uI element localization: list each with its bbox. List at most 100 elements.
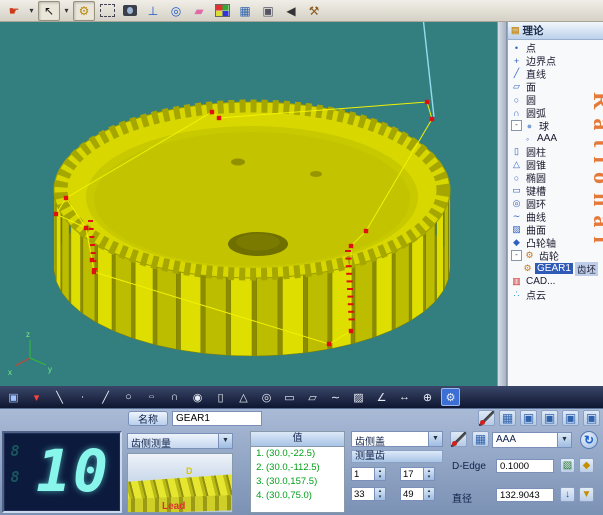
screen-view3-icon[interactable]: ▣ [562, 410, 579, 426]
screen-view1-icon[interactable]: ▣ [520, 410, 537, 426]
probe-dropdown[interactable]: AAA ▼ [492, 432, 572, 448]
tooth-index-input-3[interactable] [351, 487, 375, 501]
tooth-index-input-2[interactable] [400, 467, 424, 481]
boundary-point-icon: + [511, 56, 522, 66]
tree-item-cylinder[interactable]: ▯圆柱 [508, 145, 603, 158]
dedge-buttons: ▧◆ [560, 458, 594, 473]
line-measure-icon[interactable]: ╱ [96, 388, 115, 406]
refresh-icon[interactable]: ↻ [580, 431, 598, 449]
tree-item-line[interactable]: ╱直线 [508, 67, 603, 80]
tree-item-sphere[interactable]: -●球 [508, 119, 603, 132]
spinner[interactable]: ▴▾ [375, 467, 386, 481]
probe-axis-icon[interactable]: ⊥ [142, 1, 164, 21]
collapse-icon[interactable]: - [511, 250, 522, 261]
cad-view-icon[interactable]: ▦ [234, 1, 256, 21]
tooth-index-input-1[interactable] [351, 467, 375, 481]
rotate-view-gear-icon[interactable]: ⚙ [73, 1, 95, 21]
cylinder-measure-icon[interactable]: ▯ [211, 388, 230, 406]
dropdown-caret-icon[interactable]: ▾ [26, 1, 37, 21]
speaker-icon[interactable]: ◀ [280, 1, 302, 21]
sensor-grid-icon[interactable]: ▦ [472, 431, 489, 447]
diameter-input[interactable] [496, 488, 554, 502]
splitter[interactable] [497, 22, 507, 386]
circle-measure-icon[interactable]: ○ [119, 388, 138, 406]
plane-measure-icon[interactable]: ▱ [303, 388, 322, 406]
eraser-icon[interactable]: ▰ [188, 1, 210, 21]
probe-icon[interactable] [478, 410, 495, 426]
measure-mode-dropdown[interactable]: 齿侧测量 ▼ [127, 433, 233, 449]
svg-text:y: y [48, 365, 52, 374]
distance-measure-icon[interactable]: ↔ [395, 388, 414, 406]
tree-item-boundary-point[interactable]: +边界点 [508, 54, 603, 67]
torus-measure-icon[interactable]: ◎ [257, 388, 276, 406]
tree-item-arc[interactable]: ∩圆弧 [508, 106, 603, 119]
tree-item-cad[interactable]: ▥CAD... [508, 275, 603, 288]
gear-measure-icon[interactable]: ⚙ [441, 388, 460, 406]
camera-icon[interactable] [119, 1, 141, 21]
point-measure-icon[interactable]: ∙ [73, 388, 92, 406]
angle-measure-icon[interactable]: ∠ [372, 388, 391, 406]
flank-dropdown[interactable]: 齿侧盖 ▼ [351, 431, 443, 447]
export-value-icon[interactable]: ▼ [579, 487, 594, 502]
dedge-input[interactable] [496, 459, 554, 473]
selection-box-icon[interactable] [96, 1, 118, 21]
tree-item-gear[interactable]: -⚙齿轮 [508, 249, 603, 262]
table-row[interactable]: 4.(30.0,75.0) [251, 489, 344, 503]
tree-item-aaa[interactable]: ◦AAA [508, 132, 603, 145]
probe-icon[interactable]: ╲ [50, 388, 69, 406]
chevron-down-icon[interactable]: ▼ [218, 434, 232, 448]
arrow-down-icon[interactable]: ↓ [560, 487, 575, 502]
edge-tool-icon[interactable]: ▧ [560, 458, 575, 473]
lock-value-icon[interactable]: ◆ [579, 458, 594, 473]
tree-item-circle[interactable]: ○圆 [508, 93, 603, 106]
dropdown-caret2-icon[interactable]: ▾ [61, 1, 72, 21]
slot-measure-icon[interactable]: ▭ [280, 388, 299, 406]
slot-icon: ▭ [511, 185, 522, 196]
select-arrow-icon[interactable]: ↖ [38, 1, 60, 21]
table-row[interactable]: 3.(30.0,157.5) [251, 475, 344, 489]
ellipse-measure-icon[interactable]: ○ [142, 392, 161, 402]
value-table-header: 值 [251, 432, 344, 447]
hand-tool-icon[interactable]: ☛ [3, 1, 25, 21]
coordinate-icon[interactable]: ⊕ [418, 388, 437, 406]
cone-measure-icon[interactable]: △ [234, 388, 253, 406]
curve-measure-icon[interactable]: ∼ [326, 388, 345, 406]
table-row[interactable]: 2.(30.0,-112.5) [251, 461, 344, 475]
screen-view2-icon[interactable]: ▣ [541, 410, 558, 426]
tree-item-curve[interactable]: ∼曲线 [508, 210, 603, 223]
target-icon[interactable]: ◎ [165, 1, 187, 21]
dropdown-caret-icon[interactable]: ▾ [27, 388, 46, 406]
tree-item-slot[interactable]: ▭键槽 [508, 184, 603, 197]
spinner[interactable]: ▴▾ [424, 487, 435, 501]
tree-item-ellipse[interactable]: ○椭圆 [508, 171, 603, 184]
panel-title: 理论 [523, 23, 544, 38]
spinner[interactable]: ▴▾ [375, 487, 386, 501]
collapse-icon[interactable]: - [511, 120, 522, 131]
value-table: 值 1.(30.0,-22.5)2.(30.0,-112.5)3.(30.0,1… [250, 431, 345, 513]
chevron-down-icon[interactable]: ▼ [428, 432, 442, 446]
svg-text:x: x [8, 368, 12, 377]
sphere-measure-icon[interactable]: ◉ [188, 388, 207, 406]
screen-view4-icon[interactable]: ▣ [583, 410, 600, 426]
tooth-index-input-4[interactable] [400, 487, 424, 501]
tree-item-pointcloud[interactable]: ∴点云 [508, 288, 603, 301]
tree-item-plane[interactable]: ▱面 [508, 80, 603, 93]
surface-measure-icon[interactable]: ▨ [349, 388, 368, 406]
tree-item-torus[interactable]: ◎圆环 [508, 197, 603, 210]
viewport-3d[interactable]: zyx [0, 22, 497, 386]
display-mode-icon[interactable]: ▣ [4, 388, 23, 406]
tools-icon[interactable]: ⚒ [303, 1, 325, 21]
tree-item-gear1[interactable]: ⚙GEAR1齿坯 [508, 262, 603, 275]
tree-item-cone[interactable]: △圆锥 [508, 158, 603, 171]
spinner[interactable]: ▴▾ [424, 467, 435, 481]
circle-icon: ○ [511, 95, 522, 105]
chevron-down-icon[interactable]: ▼ [557, 433, 571, 447]
palette-icon[interactable] [211, 1, 233, 21]
name-input[interactable] [172, 411, 262, 426]
calculator-icon[interactable]: ▣ [257, 1, 279, 21]
probe-config-icon[interactable] [450, 431, 467, 447]
control-panel: 名称 ▦▣▣▣▣ 8 8 10 齿侧测量 ▼ D Lead 值 1.(30.0,… [0, 408, 603, 515]
arc-measure-icon[interactable]: ∩ [165, 388, 184, 406]
grid-view-icon[interactable]: ▦ [499, 410, 516, 426]
table-row[interactable]: 1.(30.0,-22.5) [251, 447, 344, 461]
